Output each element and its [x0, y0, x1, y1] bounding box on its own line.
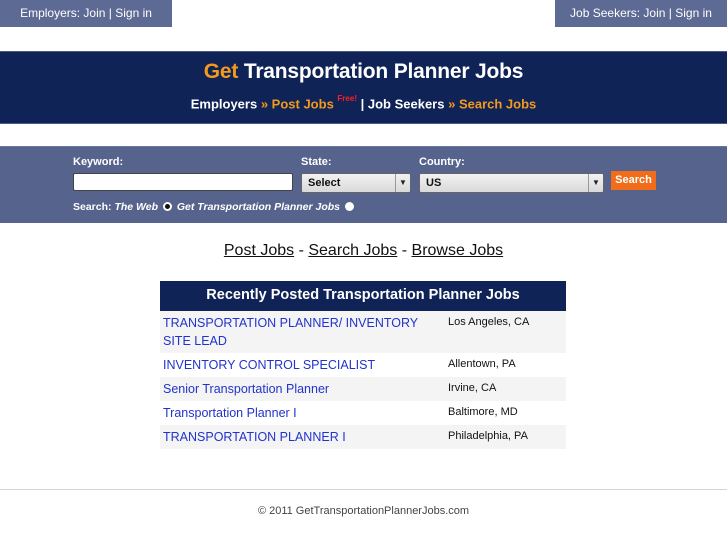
job-title-link[interactable]: Transportation Planner I: [163, 404, 448, 422]
nav-arrow: »: [444, 96, 459, 112]
search-scope: Search: The Web Get Transportation Plann…: [73, 201, 356, 213]
country-select[interactable]: US ▼: [419, 173, 604, 193]
site-title-rest: Transportation Planner Jobs: [238, 60, 524, 83]
keyword-label: Keyword:: [73, 156, 124, 168]
job-row: Transportation Planner I Baltimore, MD: [160, 401, 566, 425]
link-separator: -: [397, 242, 412, 259]
scope-web-radio[interactable]: [162, 202, 172, 211]
job-location: Baltimore, MD: [448, 406, 518, 418]
job-location: Irvine, CA: [448, 382, 497, 394]
link-separator: -: [294, 242, 309, 259]
nav-divider: |: [356, 96, 368, 112]
seekers-signin-link[interactable]: Sign in: [675, 6, 712, 20]
job-row: INVENTORY CONTROL SPECIALIST Allentown, …: [160, 353, 566, 377]
separator: |: [665, 6, 676, 20]
job-title-link[interactable]: INVENTORY CONTROL SPECIALIST: [163, 356, 448, 374]
country-select-value: US: [426, 177, 442, 189]
seekers-join-link[interactable]: Join: [643, 6, 665, 20]
job-title-link[interactable]: TRANSPORTATION PLANNER/ INVENTORY SITE L…: [163, 314, 448, 350]
seekers-prefix: Job Seekers:: [570, 6, 644, 20]
scope-site-radio[interactable]: [344, 202, 354, 211]
separator: |: [105, 6, 116, 20]
keyword-input[interactable]: [73, 173, 293, 191]
chevron-down-icon: ▼: [588, 174, 603, 192]
header-nav: Employers » Post Jobs Free! | Job Seeker…: [0, 94, 727, 112]
nav-post-jobs-link[interactable]: Post Jobs: [272, 96, 334, 111]
nav-arrow: »: [257, 96, 272, 112]
country-label: Country:: [419, 156, 465, 168]
job-location: Allentown, PA: [448, 358, 516, 370]
recent-jobs-heading: Recently Posted Transportation Planner J…: [160, 281, 566, 311]
site-header: Get Transportation Planner Jobs Employer…: [0, 51, 727, 124]
job-location: Philadelphia, PA: [448, 430, 528, 442]
chevron-down-icon: ▼: [395, 174, 410, 192]
recent-jobs-table: Recently Posted Transportation Planner J…: [160, 281, 566, 449]
nav-employers-link[interactable]: Employers: [191, 96, 257, 111]
search-jobs-link[interactable]: Search Jobs: [308, 242, 397, 259]
employers-account-bar: Employers: Join | Sign in: [0, 0, 172, 27]
jobseekers-account-bar: Job Seekers: Join | Sign in: [555, 0, 727, 27]
footer-divider: [0, 489, 727, 490]
state-select-value: Select: [308, 177, 341, 189]
employers-join-link[interactable]: Join: [83, 6, 105, 20]
job-location: Los Angeles, CA: [448, 316, 530, 328]
scope-web-label: The Web: [114, 201, 158, 213]
site-title-accent: Get: [203, 60, 239, 83]
free-badge: Free!: [337, 94, 357, 103]
search-button[interactable]: Search: [611, 171, 656, 190]
nav-job-seekers-link[interactable]: Job Seekers: [368, 96, 445, 111]
state-label: State:: [301, 156, 332, 168]
employers-signin-link[interactable]: Sign in: [115, 6, 152, 20]
search-form: Keyword: State: Select ▼ Country: US ▼ S…: [0, 146, 727, 223]
job-row: TRANSPORTATION PLANNER I Philadelphia, P…: [160, 425, 566, 449]
post-jobs-link[interactable]: Post Jobs: [224, 242, 294, 259]
search-scope-label: Search:: [73, 201, 115, 213]
nav-search-jobs-link[interactable]: Search Jobs: [459, 96, 536, 111]
job-row: TRANSPORTATION PLANNER/ INVENTORY SITE L…: [160, 311, 566, 353]
job-title-link[interactable]: Senior Transportation Planner: [163, 380, 448, 398]
employers-prefix: Employers:: [20, 6, 84, 20]
footer-copyright: © 2011 GetTransportationPlannerJobs.com: [257, 505, 470, 517]
quick-links: Post Jobs - Search Jobs - Browse Jobs: [0, 242, 727, 260]
state-select[interactable]: Select ▼: [301, 173, 411, 193]
scope-site-label: Get Transportation Planner Jobs: [176, 201, 341, 213]
job-row: Senior Transportation Planner Irvine, CA: [160, 377, 566, 401]
site-title[interactable]: Get Transportation Planner Jobs: [0, 60, 727, 84]
browse-jobs-link[interactable]: Browse Jobs: [412, 242, 504, 259]
job-title-link[interactable]: TRANSPORTATION PLANNER I: [163, 428, 448, 446]
